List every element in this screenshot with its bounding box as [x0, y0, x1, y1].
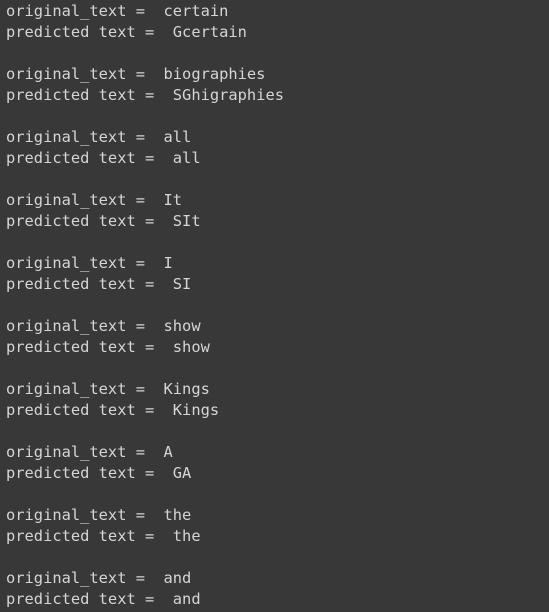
predicted-text-line: predicted text = the [6, 527, 201, 545]
output-pair: original_text = A predicted text = GA [6, 442, 549, 484]
output-pair: original_text = It predicted text = SIt [6, 190, 549, 232]
output-pair: original_text = biographies predicted te… [6, 64, 549, 106]
original-text-line: original_text = It [6, 191, 183, 209]
original-text-line: original_text = Kings [6, 380, 210, 398]
cell-output: original_text = certain predicted text =… [0, 0, 549, 612]
predicted-text-line: predicted text = Kings [6, 401, 220, 419]
output-pair: original_text = the predicted text = the [6, 505, 549, 547]
predicted-text-line: predicted text = Gcertain [6, 23, 247, 41]
output-pair: original_text = show predicted text = sh… [6, 316, 549, 358]
predicted-text-line: predicted text = SIt [6, 212, 201, 230]
original-text-line: original_text = I [6, 254, 173, 272]
output-pair: original_text = Kings predicted text = K… [6, 379, 549, 421]
original-text-line: original_text = A [6, 443, 173, 461]
predicted-text-line: predicted text = SI [6, 275, 192, 293]
original-text-line: original_text = and [6, 569, 192, 587]
original-text-line: original_text = the [6, 506, 192, 524]
original-text-line: original_text = certain [6, 2, 229, 20]
predicted-text-line: predicted text = and [6, 590, 201, 608]
predicted-text-line: predicted text = show [6, 338, 210, 356]
original-text-line: original_text = biographies [6, 65, 266, 83]
output-pair: original_text = I predicted text = SI [6, 253, 549, 295]
original-text-line: original_text = show [6, 317, 201, 335]
predicted-text-line: predicted text = GA [6, 464, 192, 482]
original-text-line: original_text = all [6, 128, 192, 146]
predicted-text-line: predicted text = SGhigraphies [6, 86, 284, 104]
output-pair: original_text = certain predicted text =… [6, 1, 549, 43]
predicted-text-line: predicted text = all [6, 149, 201, 167]
output-pair: original_text = all predicted text = all [6, 127, 549, 169]
output-pair: original_text = and predicted text = and [6, 568, 549, 610]
